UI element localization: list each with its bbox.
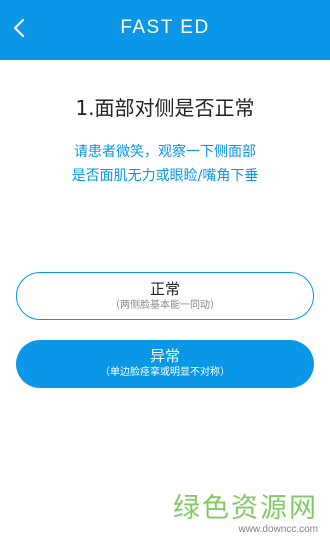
- watermark-text: 绿色资源网: [173, 493, 318, 524]
- app-title: FAST ED: [120, 17, 210, 38]
- normal-button-label: 正常: [149, 280, 180, 298]
- app-bar: FAST ED: [0, 0, 330, 60]
- normal-button-description: （两侧脸基本能一同动）: [110, 300, 220, 311]
- instruction-line: 是否面肌无力或眼睑/嘴角下垂: [71, 168, 259, 184]
- abnormal-button-description: （单边脸痉挛或明显不对称）: [100, 367, 230, 378]
- instruction-line: 请患者微笑，观察一下侧面部: [74, 144, 256, 160]
- instruction-text: 请患者微笑，观察一下侧面部 是否面肌无力或眼睑/嘴角下垂: [0, 140, 330, 188]
- abnormal-button[interactable]: 异常 （单边脸痉挛或明显不对称）: [16, 340, 314, 388]
- question-title: 1.面部对侧是否正常: [75, 96, 255, 120]
- watermark: 绿色资源网 www.downcc.com: [173, 494, 318, 536]
- normal-button[interactable]: 正常 （两侧脸基本能一同动）: [16, 272, 314, 320]
- watermark-url: www.downcc.com: [238, 524, 318, 535]
- abnormal-button-label: 异常: [149, 347, 180, 365]
